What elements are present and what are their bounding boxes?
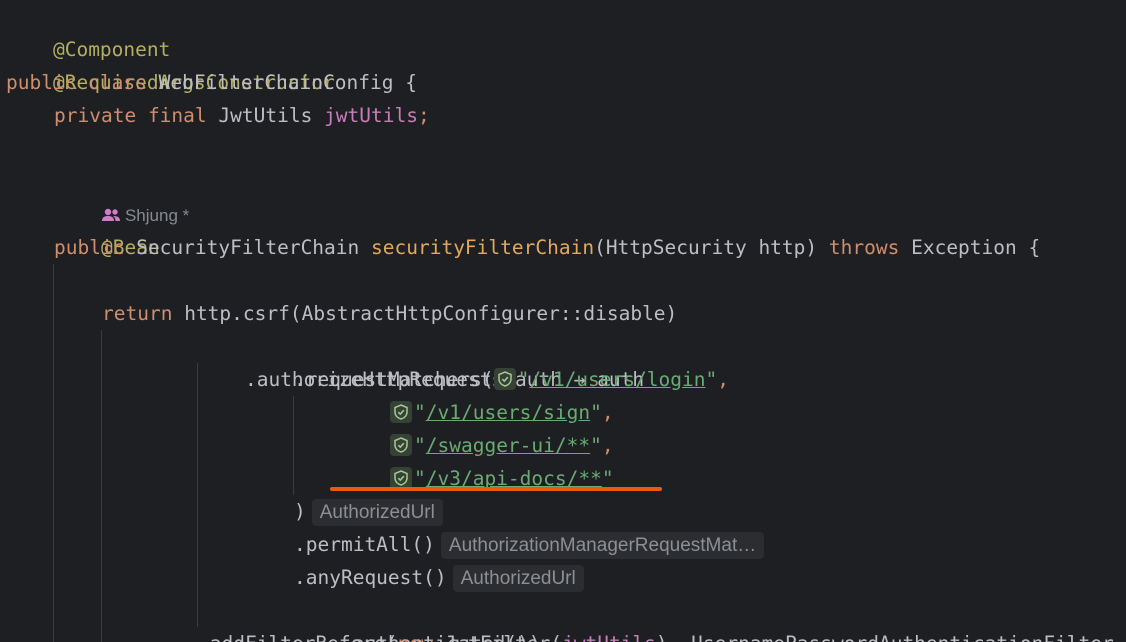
string-quote: " <box>517 368 530 391</box>
url-literal-login[interactable]: /v1/users/login <box>529 368 705 391</box>
filter-rest: ), UsernamePasswordAuthenticationFilter.… <box>656 632 1126 642</box>
string-quote: " <box>705 368 718 391</box>
type-hint-badge: AuthorizedUrl <box>311 499 443 526</box>
indent-guide <box>101 330 102 642</box>
code-line: @Component <box>6 0 170 61</box>
string-quote: " <box>414 401 426 424</box>
code-editor[interactable]: @Component @RequiredArgsConstructor publ… <box>0 0 1126 642</box>
permit-all-call: .permitAll() <box>294 533 435 556</box>
type-name: JwtUtils <box>218 104 313 127</box>
type-hint-badge: AuthorizedUrl <box>452 565 584 592</box>
code-line: .anyRequest() AuthorizedUrl <box>294 561 584 594</box>
field-name: jwtUtils <box>324 104 418 127</box>
string-quote: " <box>414 434 426 457</box>
highlight-underline <box>330 487 662 491</box>
exception-type: Exception { <box>911 236 1041 259</box>
keyword-private: private <box>54 104 137 127</box>
shield-check-icon[interactable] <box>390 400 412 423</box>
keyword-public: public <box>6 71 77 94</box>
keyword-new: new <box>398 632 433 642</box>
keyword-public: public <box>54 236 125 259</box>
keyword-return: return <box>102 302 173 325</box>
indent-guide <box>53 264 54 642</box>
code-line: private final JwtUtils jwtUtils; <box>54 99 430 132</box>
code-line: public SecurityFilterChain securityFilte… <box>54 231 1040 264</box>
code-line: .authenticated()) <box>294 594 541 642</box>
url-literal-sign[interactable]: /v1/users/sign <box>426 401 590 424</box>
code-line: "/v1/users/sign", <box>390 396 614 429</box>
close-paren: ) <box>294 500 306 523</box>
comma: , <box>601 401 614 424</box>
url-literal-swagger[interactable]: /swagger-ui/** <box>426 434 590 457</box>
brace: { <box>393 71 417 94</box>
shield-check-icon[interactable] <box>390 433 412 456</box>
keyword-class: class <box>88 71 147 94</box>
code-line: .authorizeHttpRequests(auth → auth <box>198 330 644 391</box>
keyword-final: final <box>147 104 207 127</box>
comma: , <box>601 434 614 457</box>
jwt-filter-type: JwtFilter( <box>445 632 562 642</box>
code-line: .addFilterBefore(new JwtFilter(jwtUtils)… <box>198 627 1126 642</box>
request-matchers-call: .requestMatchers( <box>294 368 494 391</box>
method-params: (HttpSecurity http) <box>594 236 818 259</box>
semicolon: ; <box>417 104 430 127</box>
code-line: @RequiredArgsConstructor <box>6 33 335 94</box>
code-line: "/swagger-ui/**", <box>390 429 614 462</box>
code-vision-author[interactable]: Shjung * <box>54 165 189 225</box>
class-name: WebFilterChainConfig <box>158 71 394 94</box>
code-line: .permitAll() AuthorizationManagerRequestM… <box>294 528 765 561</box>
code-line: return http.csrf(AbstractHttpConfigurer:… <box>102 297 677 330</box>
code-line: .requestMatchers( "/v1/users/login", <box>294 363 729 396</box>
add-filter-before-call: .addFilterBefore( <box>198 632 398 642</box>
indent-guide <box>293 396 294 495</box>
any-request-call: .anyRequest() <box>294 566 447 589</box>
return-type: SecurityFilterChain <box>136 236 360 259</box>
field-ref: jwtUtils <box>562 632 656 642</box>
keyword-throws: throws <box>828 236 900 259</box>
string-quote: " <box>590 434 602 457</box>
comma: , <box>717 368 729 391</box>
type-hint-badge: AuthorizationManagerRequestMat… <box>440 532 765 559</box>
shield-check-icon[interactable] <box>390 466 412 489</box>
string-quote: " <box>590 401 602 424</box>
csrf-call: http.csrf(AbstractHttpConfigurer::disabl… <box>184 302 678 325</box>
code-line: @Bean <box>54 198 160 259</box>
code-line: ) AuthorizedUrl <box>294 495 443 528</box>
shield-check-icon[interactable] <box>493 367 516 390</box>
method-name: securityFilterChain <box>371 236 595 259</box>
code-line: public class WebFilterChainConfig { <box>6 66 417 99</box>
